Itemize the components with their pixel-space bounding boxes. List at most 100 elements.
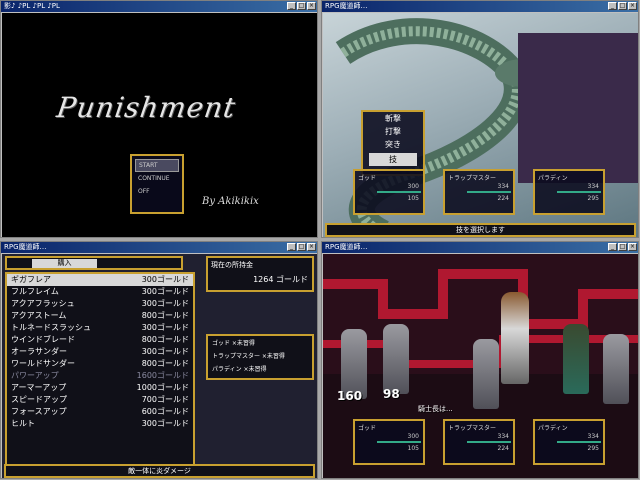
minimize-button[interactable]: _	[287, 243, 296, 251]
damage-number: 160	[337, 389, 363, 403]
command-thrust[interactable]: 突き	[363, 138, 423, 151]
item-price: 300ゴールド	[141, 323, 189, 332]
menu-start[interactable]: START	[135, 159, 179, 172]
hp-bar	[557, 191, 601, 193]
shop-item[interactable]: ヒルト 300ゴールド	[7, 418, 193, 430]
item-name: オーラサンダー	[11, 347, 67, 356]
window-titlebar[interactable]: RPG魔道師… _ □ ×	[322, 242, 638, 253]
title-menu: START CONTINUE OFF	[130, 154, 184, 214]
item-name: アクアフラッシュ	[11, 299, 75, 308]
item-price: 300ゴールド	[141, 419, 189, 428]
class-status: ゴッド ×未習得	[212, 340, 255, 347]
item-name: トルネードスラッシュ	[11, 323, 91, 332]
money-label: 現在の所持金	[211, 261, 253, 269]
sp-value: 105	[407, 195, 419, 202]
close-button[interactable]: ×	[307, 2, 316, 10]
maximize-button[interactable]: □	[618, 243, 627, 251]
maximize-button[interactable]: □	[297, 2, 306, 10]
game-screen: Punishment START CONTINUE OFF By Akikiki…	[2, 13, 317, 237]
shop-item[interactable]: ワールドサンダー 800ゴールド	[7, 358, 193, 370]
hp-bar	[467, 191, 511, 193]
battle-message: 騎士長は...	[418, 405, 453, 413]
shop-item[interactable]: フルフレイム 300ゴールド	[7, 286, 193, 298]
close-button[interactable]: ×	[307, 243, 316, 251]
buy-button[interactable]: 購入	[32, 259, 97, 268]
party-status-3: パラディン 334 295	[533, 169, 605, 215]
window-title: 影♪ ♪PL ♪PL ♪PL	[4, 2, 60, 10]
hp-value: 300	[407, 183, 419, 190]
item-name: ワールドサンダー	[11, 359, 75, 368]
command-slash[interactable]: 斬撃	[363, 112, 423, 125]
item-name: ギガフレア	[11, 275, 51, 284]
party-status-1: ゴッド 300 105	[353, 419, 425, 465]
maximize-button[interactable]: □	[297, 243, 306, 251]
window-titlebar[interactable]: 影♪ ♪PL ♪PL ♪PL _ □ ×	[1, 1, 317, 12]
party-name: トラップマスター	[448, 175, 497, 182]
map-tiles	[518, 33, 638, 183]
shop-item[interactable]: スピードアップ 700ゴールド	[7, 394, 193, 406]
game-screen: 斬撃 打撃 突き 技 ゴッド 300 105 トラップマスター 334 224 …	[323, 13, 638, 237]
shop-item[interactable]: トルネードスラッシュ 300ゴールド	[7, 322, 193, 334]
item-price: 300ゴールド	[141, 347, 189, 356]
item-price: 1600ゴールド	[136, 371, 189, 380]
item-name: ウインドブレード	[11, 335, 75, 344]
shop-item[interactable]: パワーアップ 1600ゴールド	[7, 370, 193, 382]
game-screen: 160 98 騎士長は... ゴッド 300 105 トラップマスター 334 …	[323, 254, 638, 478]
minimize-button[interactable]: _	[608, 2, 617, 10]
damage-number: 98	[383, 387, 400, 401]
item-name: パワーアップ	[11, 371, 59, 380]
party-status-3: パラディン 334 295	[533, 419, 605, 465]
command-skill[interactable]: 技	[369, 153, 417, 166]
sp-value: 105	[407, 445, 419, 452]
sp-value: 224	[497, 195, 509, 202]
item-price: 600ゴールド	[141, 407, 189, 416]
knight-battle-window: RPG魔道師… _ □ × 160 98 騎士長は... ゴッド 300 105 ト…	[321, 241, 639, 479]
shop-item[interactable]: アクアフラッシュ 300ゴールド	[7, 298, 193, 310]
item-price: 800ゴールド	[141, 311, 189, 320]
money-value: 1264 ゴールド	[253, 275, 308, 284]
battle-message: 技を選択します	[325, 223, 636, 237]
shop-item[interactable]: アーマーアップ 1000ゴールド	[7, 382, 193, 394]
minimize-button[interactable]: _	[287, 2, 296, 10]
item-price: 800ゴールド	[141, 359, 189, 368]
hp-bar	[467, 441, 511, 443]
party-status-2: トラップマスター 334 224	[443, 419, 515, 465]
close-button[interactable]: ×	[628, 2, 637, 10]
knight-enemy[interactable]	[603, 334, 629, 404]
close-button[interactable]: ×	[628, 243, 637, 251]
hero-sprite	[501, 292, 529, 384]
shop-item[interactable]: オーラサンダー 300ゴールド	[7, 346, 193, 358]
hp-bar	[377, 441, 421, 443]
author-byline: By Akikikix	[202, 196, 259, 207]
hp-value: 334	[497, 433, 509, 440]
window-titlebar[interactable]: RPG魔道師… _ □ ×	[1, 242, 317, 253]
party-status-2: トラップマスター 334 224	[443, 169, 515, 215]
title-window: 影♪ ♪PL ♪PL ♪PL _ □ × Punishment START CONT…	[0, 0, 318, 238]
item-description: 敵一体に炎ダメージ	[4, 464, 315, 478]
window-titlebar[interactable]: RPG魔道師… _ □ ×	[322, 1, 638, 12]
maximize-button[interactable]: □	[618, 2, 627, 10]
shop-item[interactable]: ウインドブレード 800ゴールド	[7, 334, 193, 346]
minimize-button[interactable]: _	[608, 243, 617, 251]
party-name: ゴッド	[358, 175, 377, 182]
knight-enemy[interactable]	[473, 339, 499, 409]
item-name: フォースアップ	[11, 407, 67, 416]
menu-continue[interactable]: CONTINUE	[132, 172, 182, 185]
party-name: トラップマスター	[448, 425, 497, 432]
shop-item[interactable]: フォースアップ 600ゴールド	[7, 406, 193, 418]
menu-off[interactable]: OFF	[132, 185, 182, 198]
shop-item[interactable]: アクアストーム 800ゴールド	[7, 310, 193, 322]
item-name: アクアストーム	[11, 311, 67, 320]
sp-value: 295	[587, 195, 599, 202]
sp-value: 224	[497, 445, 509, 452]
command-strike[interactable]: 打撃	[363, 125, 423, 138]
knight-enemy[interactable]	[383, 324, 409, 394]
hp-value: 300	[407, 433, 419, 440]
item-price: 700ゴールド	[141, 395, 189, 404]
shop-item[interactable]: ギガフレア 300ゴールド	[7, 274, 193, 286]
item-name: フルフレイム	[11, 287, 59, 296]
hp-value: 334	[587, 433, 599, 440]
party-name: パラディン	[538, 175, 568, 182]
party-status-1: ゴッド 300 105	[353, 169, 425, 215]
shop-header: 購入	[5, 256, 183, 270]
